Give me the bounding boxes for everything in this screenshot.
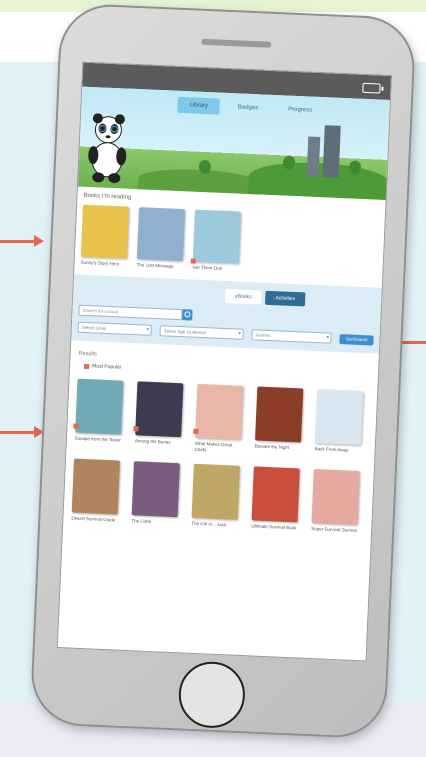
hill-shape [137,167,259,195]
book-cover[interactable] [314,389,364,446]
book-cover[interactable] [136,207,186,262]
phone-body: Library Badges Progress Books I'm readin… [29,2,417,740]
tab-library[interactable]: Library [177,96,221,115]
book-card[interactable]: Sunny's Story Hero [80,204,130,267]
book-title: The Cube [131,518,152,525]
toggle-activities[interactable]: Activities [265,291,306,307]
book-cover[interactable] [73,379,124,436]
tab-progress[interactable]: Progress [276,101,325,119]
sort-label: Most Popular [91,363,122,371]
book-cover[interactable] [193,384,244,441]
book-title: Beware the Night [254,443,290,451]
book-card[interactable]: What Makes Great Chefs [193,384,244,454]
castle-tower [306,136,321,177]
book-cover[interactable] [311,469,360,526]
library-book-grid: Escape from the Tower Among the Bones Wh… [63,369,377,534]
progress-marker [190,258,196,264]
book-card[interactable]: The Cube [131,461,180,525]
book-card[interactable]: Get Them Out! [190,209,241,272]
book-title: What Makes Great Chefs [194,441,233,453]
book-title: The Lost Message [136,262,174,269]
book-card[interactable]: Ultimate Survival Book [251,466,300,531]
book-cover[interactable] [251,466,300,523]
age-guidance-select[interactable]: Select Age Guidance [159,325,245,341]
book-title: Ultimate Survival Book [251,523,297,531]
panda-mascot-icon [88,113,127,184]
search-icon[interactable] [182,309,193,321]
progress-marker [73,423,79,430]
book-cover[interactable] [80,204,130,259]
book-card[interactable]: Among the Bones [133,381,184,452]
search-input[interactable]: Search for a book [78,305,183,321]
book-card[interactable]: Back From Away [314,389,364,460]
hero-banner: Library Badges Progress [77,86,390,201]
toggle-ebooks[interactable]: eBooks [224,289,262,305]
book-cover[interactable] [71,458,120,515]
book-title: Desert Survival Guide [71,515,116,523]
book-card[interactable]: Desert Survival Guide [71,458,120,523]
book-cover[interactable] [131,461,180,518]
phone-mockup: Library Badges Progress Books I'm readin… [0,0,426,757]
book-title: Back From Away [314,446,349,453]
genre-select[interactable]: Genres [251,329,333,345]
book-card[interactable]: Super Survival Secrets [311,469,360,533]
battery-icon [362,82,381,94]
book-cover[interactable] [133,381,184,438]
book-title: The Girl in... Jack [191,520,227,528]
go-search-button[interactable]: Go/Search [339,333,374,346]
book-title: Escape from the Tower [74,435,121,443]
main-nav: Library Badges Progress [177,96,325,119]
featured-book-row: Sunny's Story Hero The Lost Message Get … [74,198,385,278]
book-title: Get Them Out! [192,264,223,271]
tab-badges[interactable]: Badges [226,99,271,117]
book-title: Sunny's Story Hero [80,259,120,267]
book-cover[interactable] [254,386,304,443]
book-card[interactable]: Escape from the Tower [73,379,124,449]
castle-tower [322,125,341,178]
phone-screen: Library Badges Progress Books I'm readin… [56,61,393,662]
phone-speaker [201,38,272,48]
progress-marker [193,429,199,435]
book-card[interactable]: The Girl in... Jack [191,463,240,528]
book-title: Super Survival Secrets [311,526,358,534]
home-button[interactable] [177,660,247,730]
book-cover[interactable] [191,463,240,520]
book-card[interactable]: The Lost Message [136,207,186,269]
filter-panel: eBooks Activities Search for a book Sele… [71,274,382,355]
progress-marker [133,426,139,432]
content-type-toggle: eBooks Activities [79,283,306,307]
book-title: Among the Bones [134,438,171,446]
sort-marker [83,363,90,370]
level-select[interactable]: Select Level [77,322,153,337]
book-card[interactable]: Beware the Night [254,386,304,457]
book-cover[interactable] [190,209,241,264]
